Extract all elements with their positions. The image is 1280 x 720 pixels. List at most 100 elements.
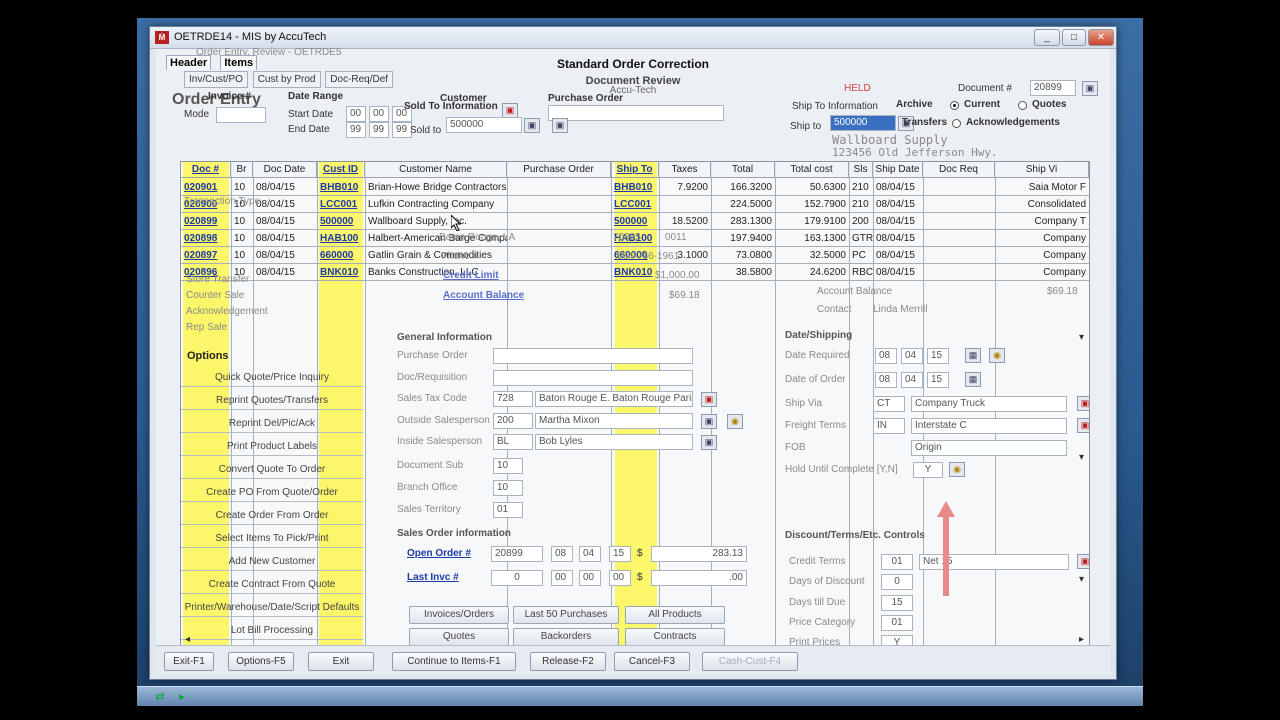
col-cust-id[interactable]: Cust ID: [317, 162, 365, 178]
row-cust-id[interactable]: BHB010: [317, 179, 365, 196]
gi-sales-tax-field[interactable]: 728: [493, 391, 533, 407]
table-row[interactable]: 020901 10 08/04/15 BHB010 Brian-Howe Bridge …: [181, 179, 1089, 196]
option-item[interactable]: Convert Quote To Order: [181, 460, 363, 479]
col-ship-to[interactable]: Ship To: [611, 162, 659, 178]
col-total[interactable]: Total: [711, 162, 775, 178]
quotes-radio[interactable]: [1018, 101, 1027, 110]
document-number-field[interactable]: 20899: [1030, 80, 1076, 96]
all-products-button[interactable]: All Products: [625, 606, 725, 624]
continue-to-items-button[interactable]: Continue to Items-F1: [392, 652, 516, 671]
date-of-order-dd[interactable]: 04: [901, 372, 923, 388]
freight-terms-lookup-button[interactable]: ▣: [1077, 418, 1089, 433]
col-sales[interactable]: Sls: [849, 162, 873, 178]
sold-to-lookup-button[interactable]: ▣: [524, 118, 540, 133]
end-date-mm[interactable]: 99: [346, 122, 366, 138]
col-ship-date[interactable]: Ship Date: [873, 162, 923, 178]
col-ship-via[interactable]: Ship Vi: [995, 162, 1089, 178]
option-item[interactable]: Create PO From Quote/Order: [181, 483, 363, 502]
scroll-down-icon[interactable]: ▾: [1079, 574, 1084, 585]
inside-sales-lookup-button[interactable]: ▣: [701, 435, 717, 450]
start-date-dd[interactable]: 00: [369, 106, 389, 122]
row-ship-to[interactable]: BNK010: [611, 264, 659, 281]
last-invoice-link[interactable]: Last Invc #: [407, 572, 459, 583]
date-info-icon[interactable]: ◉: [989, 348, 1005, 363]
gi-document-sub-field[interactable]: 10: [493, 458, 523, 474]
open-order-link[interactable]: Open Order #: [407, 548, 471, 559]
outside-sales-info-icon[interactable]: ◉: [727, 414, 743, 429]
option-item[interactable]: Reprint Quotes/Transfers: [181, 391, 363, 410]
gi-sales-territory-field[interactable]: 01: [493, 502, 523, 518]
option-item[interactable]: Create Contract From Quote: [181, 575, 363, 594]
sold-to-field[interactable]: 500000: [446, 117, 522, 133]
days-of-discount-field[interactable]: 0: [881, 574, 913, 590]
po-lookup-button[interactable]: ▣: [552, 118, 568, 133]
scroll-left-icon[interactable]: ◂: [185, 634, 190, 645]
contracts-button[interactable]: Contracts: [625, 628, 725, 646]
option-item[interactable]: Lot Bill Processing: [181, 621, 363, 640]
option-item[interactable]: Reprint Del/Pic/Ack: [181, 414, 363, 433]
option-item[interactable]: Select Items To Pick/Print: [181, 529, 363, 548]
row-cust-id[interactable]: LCC001: [317, 196, 365, 213]
mode-field[interactable]: [216, 107, 266, 123]
customer-lookup-button[interactable]: ▣: [502, 103, 518, 118]
col-doc-number[interactable]: Doc #: [181, 162, 231, 178]
gi-branch-office-field[interactable]: 10: [493, 480, 523, 496]
calendar-icon[interactable]: ▦: [965, 372, 981, 387]
account-balance-link[interactable]: Account Balance: [443, 290, 524, 301]
row-cust-id[interactable]: 660000: [317, 247, 365, 264]
col-total-cost[interactable]: Total cost: [775, 162, 849, 178]
ship-to-field[interactable]: 500000: [830, 115, 896, 131]
row-cust-id[interactable]: HAB100: [317, 230, 365, 247]
row-doc-number[interactable]: 020901: [181, 179, 231, 196]
col-branch[interactable]: Br: [231, 162, 253, 178]
row-doc-number[interactable]: 020899: [181, 213, 231, 230]
price-category-field[interactable]: 01: [881, 615, 913, 631]
option-item[interactable]: Printer/Warehouse/Date/Script Defaults: [181, 598, 363, 617]
col-customer-name[interactable]: Customer Name: [365, 162, 507, 178]
scroll-right-icon[interactable]: ▸: [1079, 634, 1084, 645]
credit-terms-code[interactable]: 01: [881, 554, 913, 570]
table-row[interactable]: 020899 10 08/04/15 500000 Wallboard Supply, …: [181, 213, 1089, 230]
cancel-f3-button[interactable]: Cancel-F3: [614, 652, 690, 671]
date-required-dd[interactable]: 04: [901, 348, 923, 364]
hold-info-icon[interactable]: ◉: [949, 462, 965, 477]
scroll-down-icon[interactable]: ▾: [1079, 332, 1084, 343]
transfers-label[interactable]: Transfers: [902, 117, 947, 128]
option-item[interactable]: Print Product Labels: [181, 437, 363, 456]
exit-button[interactable]: Exit: [308, 652, 374, 671]
maximize-button[interactable]: □: [1062, 29, 1086, 46]
date-required-mm[interactable]: 08: [875, 348, 897, 364]
exit-f1-button[interactable]: Exit-F1: [164, 652, 214, 671]
calendar-icon[interactable]: ▦: [965, 348, 981, 363]
row-ship-to[interactable]: LCC001: [611, 196, 659, 213]
ship-via-lookup-button[interactable]: ▣: [1077, 396, 1089, 411]
release-f2-button[interactable]: Release-F2: [530, 652, 606, 671]
row-cust-id[interactable]: BNK010: [317, 264, 365, 281]
col-purchase-order[interactable]: Purchase Order: [507, 162, 611, 178]
fob-field[interactable]: Origin: [911, 440, 1067, 456]
credit-limit-link[interactable]: Credit Limit: [443, 270, 499, 281]
end-date-yy[interactable]: 99: [392, 122, 412, 138]
col-doc-req[interactable]: Doc Req: [923, 162, 995, 178]
date-of-order-mm[interactable]: 08: [875, 372, 897, 388]
ship-via-code[interactable]: CT: [873, 396, 905, 412]
quotes-button[interactable]: Quotes: [409, 628, 509, 646]
row-cust-id[interactable]: 500000: [317, 213, 365, 230]
option-item[interactable]: Add New Customer: [181, 552, 363, 571]
taskbar-app-icon[interactable]: ⇄: [151, 689, 169, 705]
table-row[interactable]: 020900 10 08/04/15 LCC001 Lufkin Contracting…: [181, 196, 1089, 213]
row-ship-to[interactable]: BHB010: [611, 179, 659, 196]
date-of-order-yy[interactable]: 15: [927, 372, 949, 388]
invoices-orders-button[interactable]: Invoices/Orders: [409, 606, 509, 624]
last-50-purchases-button[interactable]: Last 50 Purchases: [513, 606, 619, 624]
row-doc-number[interactable]: 020898: [181, 230, 231, 247]
table-row[interactable]: 020896 10 08/04/15 BNK010 Banks Construction…: [181, 264, 1089, 281]
gi-inside-sales-field[interactable]: BL: [493, 434, 533, 450]
cash-cust-f4-button[interactable]: Cash-Cust-F4: [702, 652, 798, 671]
document-lookup-button[interactable]: ▣: [1082, 81, 1098, 96]
row-ship-to[interactable]: 500000: [611, 213, 659, 230]
option-item[interactable]: Create Order From Order: [181, 506, 363, 525]
minimize-button[interactable]: _: [1034, 29, 1060, 46]
gi-purchase-order-field[interactable]: [493, 348, 693, 364]
outside-sales-lookup-button[interactable]: ▣: [701, 414, 717, 429]
